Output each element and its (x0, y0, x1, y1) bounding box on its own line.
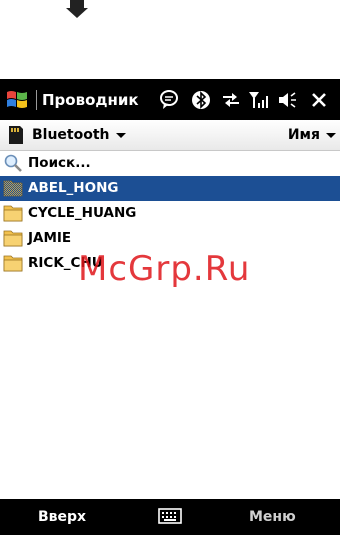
windows-start-icon[interactable] (5, 88, 29, 112)
chevron-down-icon (115, 132, 126, 138)
folder-icon (3, 205, 23, 222)
sort-dropdown[interactable]: Имя (288, 126, 336, 144)
bluetooth-icon[interactable] (190, 89, 212, 111)
close-icon[interactable] (308, 89, 330, 111)
explorer-window: Проводник Bluetooth Имя Поиск... ABEL_HO… (0, 79, 340, 535)
location-bar: Bluetooth Имя (0, 120, 340, 151)
sort-label: Имя (287, 127, 320, 143)
connectivity-icon[interactable] (220, 89, 242, 111)
search-icon (4, 154, 22, 172)
app-title: Проводник (42, 91, 139, 109)
softkey-bar: Вверх Меню (0, 499, 340, 535)
list-item-jamie[interactable]: JAMIE (0, 226, 340, 251)
title-separator (36, 90, 37, 110)
keyboard-icon[interactable] (158, 507, 182, 525)
file-name: CYCLE_HUANG (28, 205, 137, 221)
folder-icon (3, 180, 23, 197)
list-item-abel-hong[interactable]: ABEL_HONG (0, 176, 340, 201)
file-name: ABEL_HONG (28, 180, 119, 196)
down-arrow-icon (66, 0, 88, 18)
up-softkey[interactable]: Вверх (38, 508, 86, 526)
folder-dropdown[interactable]: Bluetooth (32, 126, 126, 144)
search-label: Поиск... (28, 155, 91, 171)
folder-icon (3, 230, 23, 247)
watermark: McGrp.Ru (78, 249, 251, 289)
message-icon[interactable] (158, 89, 180, 111)
search-row[interactable]: Поиск... (0, 151, 340, 176)
list-item-cycle-huang[interactable]: CYCLE_HUANG (0, 201, 340, 226)
storage-card-icon (9, 126, 23, 144)
volume-icon[interactable] (276, 89, 298, 111)
folder-name: Bluetooth (32, 127, 110, 143)
menu-softkey[interactable]: Меню (249, 508, 296, 526)
signal-icon[interactable] (248, 89, 270, 111)
title-bar: Проводник (0, 79, 340, 120)
folder-icon (3, 255, 23, 272)
chevron-down-icon (326, 132, 336, 138)
file-name: JAMIE (28, 230, 72, 246)
